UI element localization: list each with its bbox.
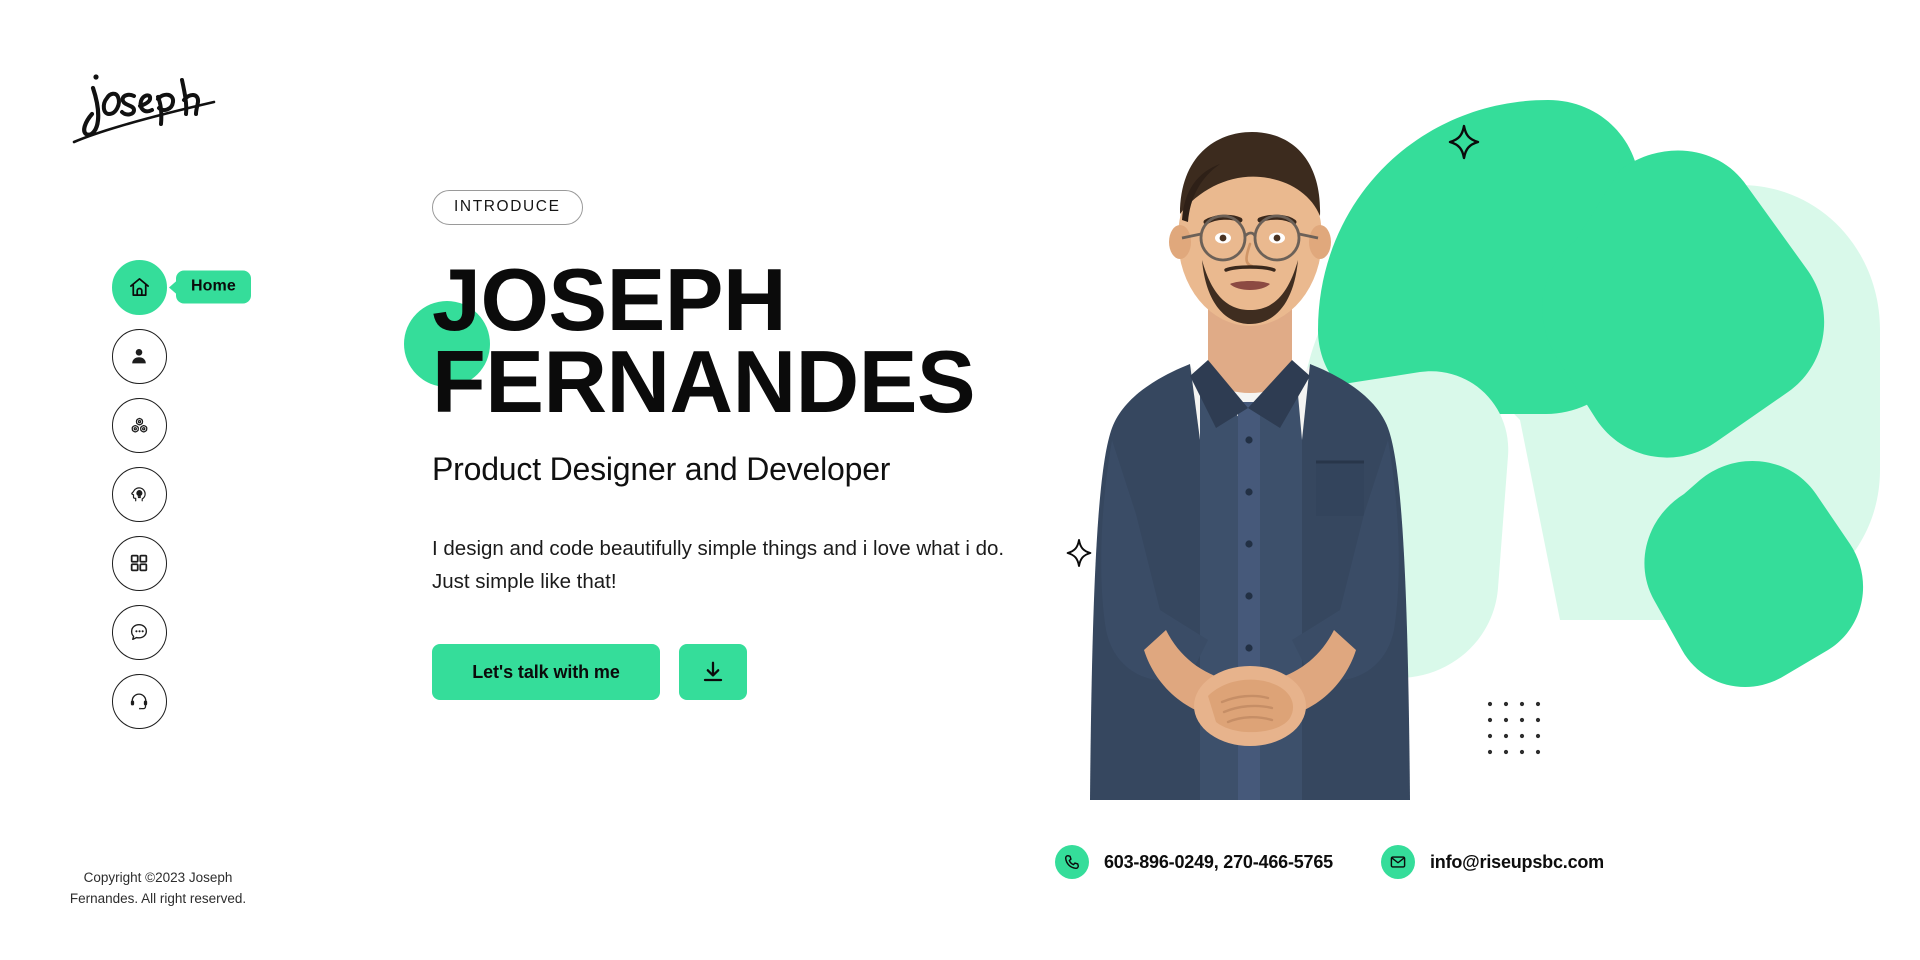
contact-phone[interactable]: 603-896-0249, 270-466-5765 bbox=[1055, 845, 1333, 879]
user-icon bbox=[132, 349, 146, 364]
hero-section: INTRODUCE JOSEPH FERNANDES Product Desig… bbox=[404, 190, 1092, 701]
sidebar-item-services-circle[interactable] bbox=[111, 397, 167, 453]
contact-email-value: info@riseupsbc.com bbox=[1430, 851, 1604, 872]
sidebar-item-services[interactable] bbox=[110, 396, 168, 454]
sidebar-item-about-circle[interactable] bbox=[111, 328, 167, 384]
hero-description: I design and code beautifully simple thi… bbox=[432, 532, 1092, 598]
chat-icon bbox=[130, 623, 148, 641]
contact-email[interactable]: info@riseupsbc.com bbox=[1381, 845, 1604, 879]
sparkle-icon-top bbox=[1448, 124, 1480, 165]
home-icon bbox=[129, 277, 149, 296]
mail-icon bbox=[1381, 845, 1415, 879]
contact-phone-value: 603-896-0249, 270-466-5765 bbox=[1104, 851, 1333, 872]
page-title: JOSEPH FERNANDES bbox=[404, 250, 1092, 431]
sidebar-item-skills-circle[interactable] bbox=[111, 466, 167, 522]
grid-icon bbox=[130, 554, 148, 572]
sidebar-tooltip-home: Home bbox=[176, 270, 251, 304]
cta-row: Let's talk with me bbox=[432, 644, 1092, 701]
page-subtitle: Product Designer and Developer bbox=[432, 450, 891, 487]
copyright-text: Copyright ©2023 Joseph Fernandes. All ri… bbox=[69, 870, 247, 906]
page-title-line-2: FERNANDES bbox=[432, 331, 976, 431]
introduce-badge[interactable]: INTRODUCE bbox=[432, 190, 583, 225]
sidebar-item-portfolio[interactable] bbox=[110, 534, 168, 592]
sidebar-item-home[interactable]: Home bbox=[110, 258, 251, 316]
landing-page: Home INTRODUCE JOSEPH FERNANDES Product … bbox=[0, 0, 1920, 960]
sidebar-item-contact[interactable] bbox=[110, 672, 168, 730]
sidebar-item-home-circle[interactable] bbox=[111, 259, 167, 315]
download-icon bbox=[703, 661, 723, 682]
hero-description-text: I design and code beautifully simple thi… bbox=[432, 536, 1005, 593]
headset-icon bbox=[130, 693, 148, 710]
sparkle-icon-description bbox=[1066, 538, 1092, 578]
sidebar-item-skills[interactable] bbox=[110, 465, 168, 523]
brand-logo[interactable] bbox=[62, 52, 232, 147]
sidebar-item-blog-circle[interactable] bbox=[111, 604, 167, 660]
dot-grid-decoration bbox=[1486, 700, 1542, 760]
sidebar-item-portfolio-circle[interactable] bbox=[111, 535, 167, 591]
sidebar-item-contact-circle[interactable] bbox=[111, 673, 167, 729]
sidebar-item-about[interactable] bbox=[110, 327, 168, 385]
lets-talk-button[interactable]: Let's talk with me bbox=[432, 644, 660, 701]
contact-bar: 603-896-0249, 270-466-5765 info@riseupsb… bbox=[1055, 845, 1604, 879]
idea-head-icon bbox=[131, 487, 146, 502]
download-cv-button[interactable] bbox=[679, 644, 747, 701]
portrait-photo bbox=[1040, 110, 1460, 800]
sidebar-item-blog[interactable] bbox=[110, 603, 168, 661]
sidebar-nav: Home bbox=[110, 258, 251, 730]
phone-icon bbox=[1055, 845, 1089, 879]
page-title-line-1: JOSEPH bbox=[432, 250, 787, 349]
gears-icon bbox=[131, 417, 147, 432]
